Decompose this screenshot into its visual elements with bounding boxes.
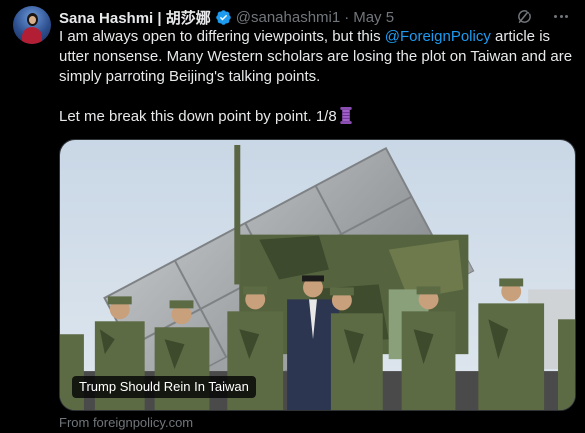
card-title[interactable]: Trump Should Rein In Taiwan [72,376,256,398]
card-image[interactable] [60,140,575,411]
tweet-text-line2: Let me break this down point by point. 1… [59,108,337,125]
tweet-timestamp[interactable]: May 5 [353,9,394,26]
more-options-icon[interactable] [551,7,571,25]
card-domain[interactable]: From foreignpolicy.com [59,415,193,430]
header-separator: · [344,8,350,26]
author-avatar[interactable] [13,6,51,44]
author-name[interactable]: Sana Hashmi | 胡莎娜 [59,7,211,28]
author-handle[interactable]: @sanahashmi1 [236,9,340,26]
link-preview-card[interactable]: Trump Should Rein In Taiwan [59,139,576,411]
thread-spool-icon [340,107,352,124]
tweet-header: Sana Hashmi | 胡莎娜 @sanahashmi1 · May 5 [59,7,571,27]
mention-link[interactable]: @ForeignPolicy [385,28,491,45]
tweet-text: I am always open to differing viewpoints… [59,27,574,127]
verified-badge-icon [215,9,231,25]
tweet-text-part1: I am always open to differing viewpoints… [59,28,385,45]
grok-icon[interactable] [516,8,533,25]
